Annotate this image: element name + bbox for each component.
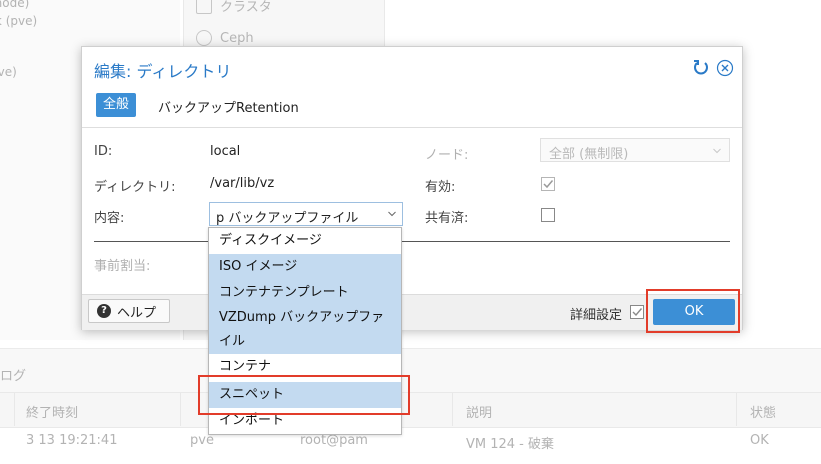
content-select[interactable]: p バックアップファイル [209,202,403,226]
question-icon: ? [97,304,111,318]
node-label: ノード: [425,148,469,163]
directory-label: ディレクトリ: [94,180,176,195]
node-select: 全部 (無制限) [540,138,730,162]
id-label: ID: [94,144,113,159]
option-vzdump-backup[interactable]: VZDump バックアップファ [209,306,401,330]
directory-value: /var/lib/vz [210,176,275,191]
preallocation-label: 事前割当: [94,259,151,274]
id-value: local [210,144,241,159]
help-button-label: ヘルプ [117,305,157,321]
close-icon[interactable] [716,59,734,77]
help-button[interactable]: ? ヘルプ [88,299,170,323]
dialog-footer: ? ヘルプ 詳細設定 OK [82,294,742,330]
shared-checkbox[interactable] [541,208,555,222]
content-select-value: p バックアップファイル [216,211,359,226]
highlight-snippet-option [198,375,410,415]
option-container-template[interactable]: コンテナテンプレート [209,280,401,306]
divider [94,241,730,242]
enabled-checkbox[interactable] [541,177,555,191]
tab-backup-retention[interactable]: バックアップRetention [158,97,299,116]
option-iso-image[interactable]: ISO イメージ [209,254,401,280]
dialog-title: 編集: ディレクトリ [94,62,232,81]
tab-general[interactable]: 全般 [96,93,137,117]
option-vzdump-backup-wrap[interactable]: イル [209,330,401,354]
shared-label: 共有済: [425,211,469,226]
tab-divider [82,127,742,128]
advanced-checkbox[interactable] [630,305,644,319]
highlight-ok-button [646,289,740,333]
chevron-down-icon [713,148,721,154]
option-disk-image[interactable]: ディスクイメージ [209,228,401,254]
node-select-value: 全部 (無制限) [549,147,629,162]
content-label: 内容: [94,211,125,226]
chevron-down-icon[interactable] [388,210,396,218]
check-icon [543,180,554,189]
reset-icon[interactable] [692,59,710,77]
advanced-label: 詳細設定 [570,308,623,323]
enabled-label: 有効: [425,180,456,195]
check-icon [632,308,643,317]
edit-directory-dialog: 編集: ディレクトリ 全般 バックアップRetention ID: local … [81,46,743,330]
